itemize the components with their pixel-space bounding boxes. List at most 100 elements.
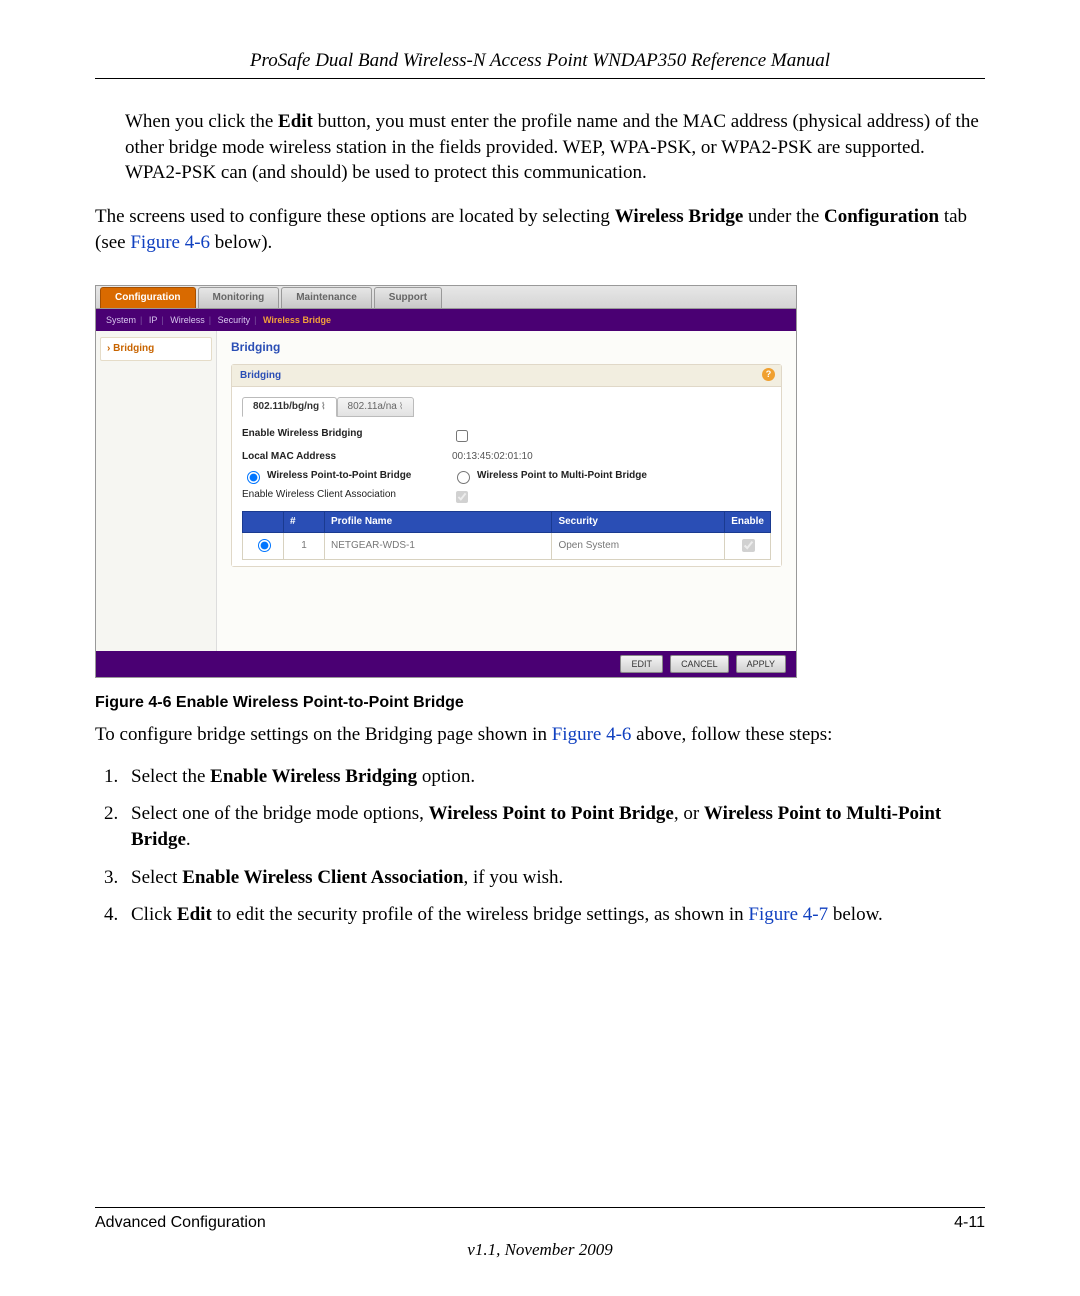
section-title: Bridging bbox=[231, 339, 782, 355]
help-icon[interactable]: ? bbox=[762, 368, 775, 381]
text: , if you wish. bbox=[464, 867, 564, 888]
field-enable-bridging: Enable Wireless Bridging bbox=[242, 427, 771, 447]
subnav-system[interactable]: System bbox=[106, 315, 136, 325]
band-tab-bgn-label: 802.11b/bg/ng bbox=[253, 401, 319, 412]
subnav-wireless-bridge[interactable]: Wireless Bridge bbox=[263, 315, 331, 325]
sep: | bbox=[140, 315, 142, 325]
edit-bold: Edit bbox=[278, 111, 313, 132]
text: . bbox=[186, 829, 191, 850]
enable-bridging-checkbox[interactable] bbox=[456, 430, 468, 442]
text: Select the bbox=[131, 766, 210, 787]
col-num: # bbox=[284, 512, 325, 533]
bold: Wireless Point to Point Bridge bbox=[429, 803, 674, 824]
col-security: Security bbox=[552, 512, 725, 533]
band-tab-an-label: 802.11a/na bbox=[348, 401, 397, 412]
sep: | bbox=[161, 315, 163, 325]
row-select-radio[interactable] bbox=[258, 539, 271, 552]
wifi-icon: ⌇ bbox=[399, 401, 403, 411]
panel-body: 802.11b/bg/ng⌇ 802.11a/na⌇ Enable Wirele… bbox=[232, 387, 781, 566]
footer-rule bbox=[95, 1207, 985, 1208]
ui-screenshot: Configuration Monitoring Maintenance Sup… bbox=[95, 285, 797, 678]
text: Select one of the bridge mode options, bbox=[131, 803, 429, 824]
doc-header-title: ProSafe Dual Band Wireless-N Access Poin… bbox=[95, 50, 985, 72]
local-mac-value: 00:13:45:02:01:10 bbox=[452, 450, 533, 464]
tab-support[interactable]: Support bbox=[374, 287, 442, 309]
band-tabs: 802.11b/bg/ng⌇ 802.11a/na⌇ bbox=[242, 397, 771, 417]
panel-title: Bridging bbox=[240, 370, 281, 381]
row-num: 1 bbox=[284, 532, 325, 560]
col-profile: Profile Name bbox=[325, 512, 552, 533]
band-tab-bgn[interactable]: 802.11b/bg/ng⌇ bbox=[242, 397, 337, 417]
radio-multi[interactable] bbox=[457, 471, 470, 484]
ui-body: Bridging Bridging Bridging ? bbox=[96, 331, 796, 651]
figure-4-6-link-2[interactable]: Figure 4-6 bbox=[552, 724, 632, 745]
radio-multi-label: Wireless Point to Multi-Point Bridge bbox=[477, 469, 647, 483]
steps-list: Select the Enable Wireless Bridging opti… bbox=[95, 764, 985, 928]
sidebar: Bridging bbox=[96, 331, 217, 651]
bold: Edit bbox=[177, 904, 212, 925]
figure-4-7-link[interactable]: Figure 4-7 bbox=[748, 904, 828, 925]
footer-section: Advanced Configuration bbox=[95, 1214, 266, 1232]
sub-nav: System| IP| Wireless| Security| Wireless… bbox=[96, 309, 796, 331]
wireless-bridge-bold: Wireless Bridge bbox=[615, 206, 744, 227]
subnav-ip[interactable]: IP bbox=[149, 315, 158, 325]
subnav-wireless[interactable]: Wireless bbox=[170, 315, 205, 325]
intro-paragraph-2: The screens used to configure these opti… bbox=[95, 204, 985, 255]
text: above, follow these steps: bbox=[631, 724, 832, 745]
enable-bridging-label: Enable Wireless Bridging bbox=[242, 427, 452, 447]
text: The screens used to configure these opti… bbox=[95, 206, 615, 227]
tab-configuration[interactable]: Configuration bbox=[100, 287, 196, 309]
figure-4-6: Configuration Monitoring Maintenance Sup… bbox=[95, 285, 985, 678]
cancel-button[interactable]: CANCEL bbox=[670, 655, 729, 673]
intro-paragraph-1: When you click the Edit button, you must… bbox=[125, 109, 985, 186]
bold: Enable Wireless Client Association bbox=[182, 867, 463, 888]
text: option. bbox=[417, 766, 475, 787]
local-mac-label: Local MAC Address bbox=[242, 450, 452, 464]
text: , or bbox=[674, 803, 704, 824]
tab-maintenance[interactable]: Maintenance bbox=[281, 287, 372, 309]
client-assoc-checkbox[interactable] bbox=[456, 491, 468, 503]
text: To configure bridge settings on the Brid… bbox=[95, 724, 552, 745]
field-local-mac: Local MAC Address 00:13:45:02:01:10 bbox=[242, 450, 771, 464]
row-security: Open System bbox=[552, 532, 725, 560]
row-enable-checkbox[interactable] bbox=[742, 539, 755, 552]
bold: Enable Wireless Bridging bbox=[210, 766, 417, 787]
profile-table: # Profile Name Security Enable bbox=[242, 511, 771, 560]
step-4: Click Edit to edit the security profile … bbox=[123, 902, 985, 928]
radio-p2p[interactable] bbox=[247, 471, 260, 484]
sidebar-item-bridging[interactable]: Bridging bbox=[100, 337, 212, 361]
main-panel: Bridging Bridging ? 802.11b/bg/ng⌇ bbox=[217, 331, 796, 651]
table-header-row: # Profile Name Security Enable bbox=[243, 512, 771, 533]
step-1: Select the Enable Wireless Bridging opti… bbox=[123, 764, 985, 790]
page-footer: Advanced Configuration 4-11 v1.1, Novemb… bbox=[95, 1207, 985, 1260]
text: below. bbox=[828, 904, 883, 925]
edit-button[interactable]: EDIT bbox=[620, 655, 663, 673]
text: to edit the security profile of the wire… bbox=[212, 904, 749, 925]
text: below). bbox=[210, 232, 272, 253]
header-rule bbox=[95, 78, 985, 79]
step-2: Select one of the bridge mode options, W… bbox=[123, 801, 985, 852]
table-row: 1 NETGEAR-WDS-1 Open System bbox=[243, 532, 771, 560]
subnav-security[interactable]: Security bbox=[218, 315, 251, 325]
sep: | bbox=[254, 315, 256, 325]
row-profile-name: NETGEAR-WDS-1 bbox=[325, 532, 552, 560]
apply-button[interactable]: APPLY bbox=[736, 655, 786, 673]
footer-page-num: 4-11 bbox=[954, 1214, 985, 1232]
band-tab-an[interactable]: 802.11a/na⌇ bbox=[337, 397, 415, 417]
text: under the bbox=[743, 206, 824, 227]
panel-header: Bridging ? bbox=[232, 365, 781, 388]
col-enable: Enable bbox=[725, 512, 771, 533]
bridging-panel: Bridging ? 802.11b/bg/ng⌇ 802.11a/na⌇ bbox=[231, 364, 782, 568]
bridge-mode-radio-row: Wireless Point-to-Point Bridge Wireless … bbox=[242, 468, 771, 484]
step-3: Select Enable Wireless Client Associatio… bbox=[123, 865, 985, 891]
col-radio bbox=[243, 512, 284, 533]
footer-version: v1.1, November 2009 bbox=[95, 1240, 985, 1260]
field-client-assoc: Enable Wireless Client Association bbox=[242, 488, 771, 508]
top-tab-row: Configuration Monitoring Maintenance Sup… bbox=[96, 286, 796, 309]
tab-monitoring[interactable]: Monitoring bbox=[198, 287, 280, 309]
wifi-icon: ⌇ bbox=[321, 401, 325, 411]
action-bar: EDIT CANCEL APPLY bbox=[96, 651, 796, 677]
configuration-bold: Configuration bbox=[824, 206, 939, 227]
client-assoc-label: Enable Wireless Client Association bbox=[242, 488, 452, 508]
figure-4-6-link[interactable]: Figure 4-6 bbox=[130, 232, 210, 253]
